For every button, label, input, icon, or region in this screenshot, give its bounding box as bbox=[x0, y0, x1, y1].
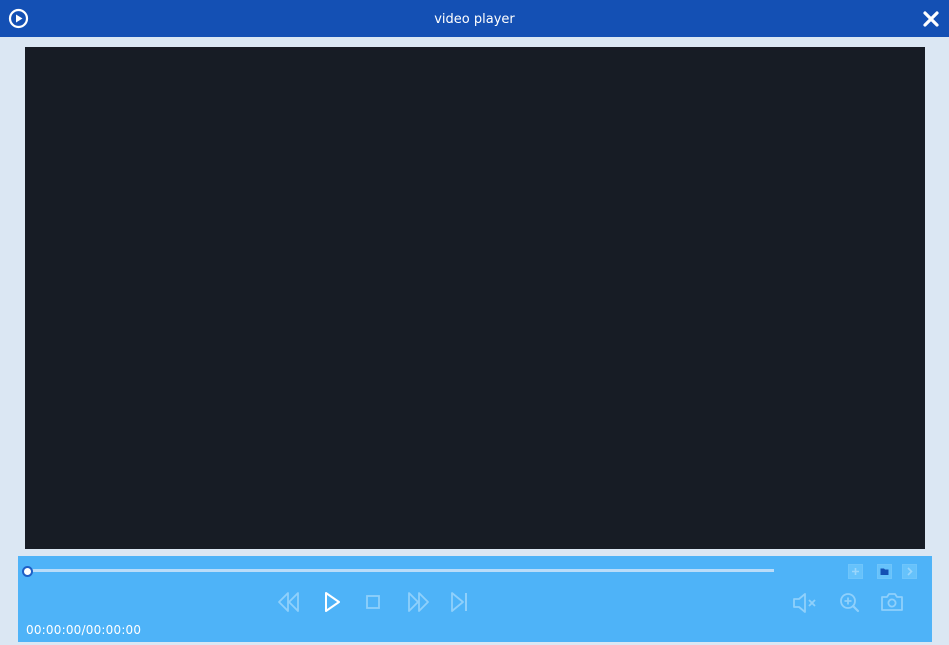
next-frame-icon[interactable] bbox=[448, 590, 472, 614]
close-icon[interactable] bbox=[921, 9, 941, 29]
plus-icon[interactable] bbox=[848, 564, 863, 579]
stop-icon[interactable] bbox=[364, 593, 382, 611]
seek-bar[interactable] bbox=[27, 569, 774, 572]
folder-icon[interactable] bbox=[877, 564, 892, 579]
title-bar: video player bbox=[0, 0, 949, 37]
play-icon[interactable] bbox=[322, 590, 342, 614]
fast-forward-icon[interactable] bbox=[405, 590, 431, 614]
time-display: 00:00:00/00:00:00 bbox=[26, 623, 142, 637]
zoom-in-icon[interactable] bbox=[838, 591, 862, 615]
window-title: video player bbox=[434, 12, 515, 27]
rewind-icon[interactable] bbox=[276, 590, 302, 614]
video-player-window: video player 00:00:00/00:00:00 bbox=[0, 0, 949, 645]
mute-icon[interactable] bbox=[791, 592, 819, 614]
video-display[interactable] bbox=[25, 47, 925, 549]
camera-icon[interactable] bbox=[879, 590, 905, 614]
seek-handle[interactable] bbox=[22, 566, 33, 577]
chevron-right-icon[interactable] bbox=[902, 564, 917, 579]
control-bar: 00:00:00/00:00:00 bbox=[18, 556, 932, 642]
